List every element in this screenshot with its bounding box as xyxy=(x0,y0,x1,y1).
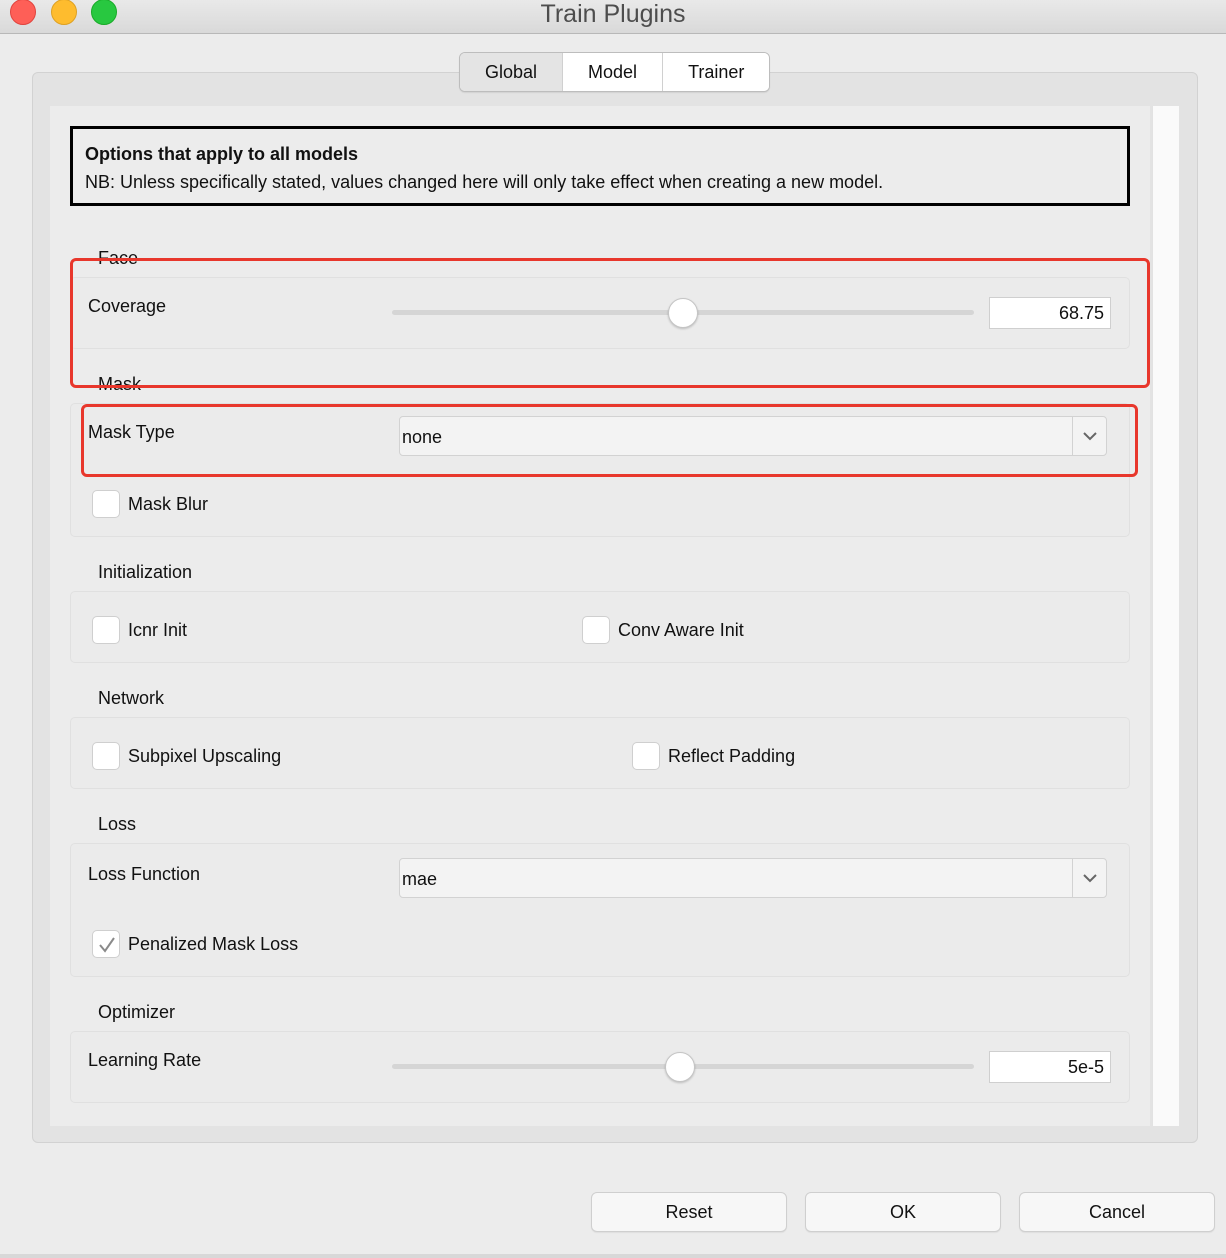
learning-rate-label: Learning Rate xyxy=(88,1050,202,1070)
info-note: NB: Unless specifically stated, values c… xyxy=(85,172,884,192)
loss-function-dropdown[interactable]: mae xyxy=(399,858,1107,898)
vertical-scrollbar[interactable] xyxy=(1152,106,1179,1126)
mask-type-dropdown[interactable]: none xyxy=(399,416,1107,456)
checkmark-icon xyxy=(99,937,115,953)
tab-global[interactable]: Global xyxy=(460,53,564,91)
penalized-mask-loss-checkbox[interactable] xyxy=(92,930,120,958)
penalized-mask-loss-label: Penalized Mask Loss xyxy=(128,934,299,954)
tab-trainer[interactable]: Trainer xyxy=(663,53,770,91)
mask-blur-label: Mask Blur xyxy=(128,494,209,514)
reflect-padding-label: Reflect Padding xyxy=(668,746,796,766)
coverage-slider-handle[interactable] xyxy=(668,298,698,328)
icnr-init-label: Icnr Init xyxy=(128,620,188,640)
loss-function-value: mae xyxy=(402,869,438,889)
optimizer-group-title: Optimizer xyxy=(98,1002,176,1022)
coverage-input[interactable] xyxy=(989,297,1111,329)
network-group-title: Network xyxy=(98,688,165,708)
subpixel-upscaling-label: Subpixel Upscaling xyxy=(128,746,282,766)
face-group-title: Face xyxy=(98,248,139,268)
loss-group-title: Loss xyxy=(98,814,137,834)
ok-button[interactable]: OK xyxy=(805,1192,1001,1232)
initialization-group-title: Initialization xyxy=(98,562,193,582)
mask-type-value: none xyxy=(402,427,443,447)
reset-button[interactable]: Reset xyxy=(591,1192,787,1232)
chevron-down-icon xyxy=(1072,859,1106,897)
learning-rate-input[interactable] xyxy=(989,1051,1111,1083)
mask-blur-checkbox[interactable] xyxy=(92,490,120,518)
conv-aware-init-checkbox[interactable] xyxy=(582,616,610,644)
mask-group-title: Mask xyxy=(98,374,142,394)
reflect-padding-checkbox[interactable] xyxy=(632,742,660,770)
subpixel-upscaling-checkbox[interactable] xyxy=(92,742,120,770)
conv-aware-init-label: Conv Aware Init xyxy=(618,620,744,640)
icnr-init-checkbox[interactable] xyxy=(92,616,120,644)
info-heading: Options that apply to all models xyxy=(85,144,359,164)
window-bottom-edge xyxy=(0,1254,1226,1258)
learning-rate-slider-handle[interactable] xyxy=(665,1052,695,1082)
tab-bar: Global Model Trainer xyxy=(459,52,771,92)
tab-model[interactable]: Model xyxy=(563,53,664,91)
loss-function-label: Loss Function xyxy=(88,864,201,884)
window-title: Train Plugins xyxy=(540,0,686,28)
title-bar: Train Plugins xyxy=(0,0,1226,34)
coverage-label: Coverage xyxy=(88,296,167,316)
chevron-down-icon xyxy=(1072,417,1106,455)
cancel-button[interactable]: Cancel xyxy=(1019,1192,1215,1232)
mask-type-label: Mask Type xyxy=(88,422,175,442)
info-box: Options that apply to all models NB: Unl… xyxy=(70,126,1130,206)
